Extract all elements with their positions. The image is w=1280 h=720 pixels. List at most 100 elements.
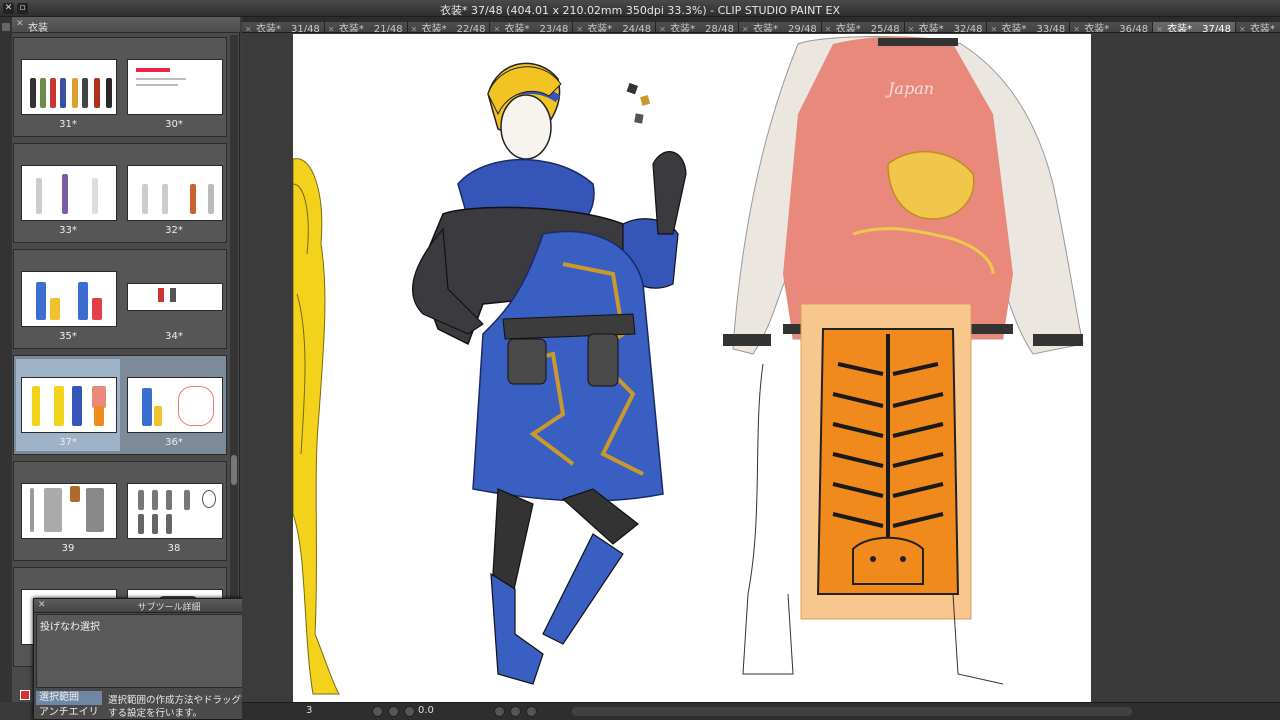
page-preview-image [21,377,117,433]
reset-rotation-icon[interactable] [526,706,537,717]
window-title: 衣装* 37/48 (404.01 x 210.02mm 350dpi 33.3… [439,4,841,17]
tool-name: 投げなわ選択 [40,622,100,633]
page-manager-tab[interactable]: ✕ 衣装 [12,17,240,34]
page-preview-image [127,165,223,221]
tab-page-number: 22/48 [456,24,486,33]
page-thumbnail-selected[interactable]: 37* [16,359,120,451]
page-number: 39 [61,543,75,554]
horizontal-scrollbar[interactable] [572,707,1132,716]
page-preview-image [21,483,117,539]
page-thumbnail[interactable]: 39 [16,465,120,557]
page-number: 30* [165,119,183,130]
document-tab[interactable]: ✕ 衣装* 31/48 [242,22,325,33]
page-thumbnail[interactable]: 36* [122,359,226,451]
close-tab-icon[interactable]: ✕ [411,22,418,32]
category-selection-area[interactable]: 選択範囲 [36,691,102,705]
close-tab-icon[interactable]: ✕ [16,19,24,29]
close-tab-icon[interactable]: ✕ [576,22,583,32]
status-bar: 3 0.0 [242,702,1280,720]
tab-label: 衣装* [338,24,364,33]
page-number: 37* [59,437,77,448]
tab-page-number: 31/48 [291,24,320,33]
page-thumbnail[interactable]: 31* [16,41,120,133]
rotate-right-icon[interactable] [510,706,521,717]
close-tab-icon[interactable]: ✕ [1239,22,1246,32]
document-tab[interactable]: ✕ 衣装* 21/48 [324,22,408,33]
document-tab[interactable]: ✕ 衣装* 36/48 [1070,22,1154,33]
tab-page-number: 29/48 [787,24,817,33]
tab-label: 衣装* [504,24,530,33]
category-antialiasing[interactable]: アンチエイリアス [36,706,102,720]
tab-page-number: 23/48 [539,24,569,33]
document-tab[interactable]: ✕ 衣装* 33/48 [987,22,1071,33]
page-thumbnail[interactable]: 33* [16,147,120,239]
document-tab-strip: ✕ 衣装* 31/48 ✕ 衣装* 21/48 ✕ 衣装* 22/48 ✕ 衣装* 23/48 ✕ 衣装*… [242,17,1280,33]
page-spread[interactable]: 33* 32* [13,143,227,243]
rotate-left-icon[interactable] [494,706,505,717]
tab-page-number: 33/48 [1036,24,1066,33]
canvas-paper[interactable]: Japan [293,34,1091,702]
tab-label: 衣装* [918,24,944,33]
document-tab[interactable]: ✕ 衣装* 32/48 [904,22,988,33]
tab-label: 衣装* [256,24,281,33]
page-spread[interactable]: 39 38 [13,461,227,561]
canvas-area[interactable]: Japan [242,34,1280,702]
document-tab[interactable]: ✕衣装*35/48 [1235,22,1280,32]
tab-page-number: 21/48 [373,24,403,33]
tab-label: 衣装* [587,24,613,33]
page-thumbnail[interactable]: 30* [122,41,226,133]
page-thumbnail[interactable]: 32* [122,147,226,239]
zoom-in-icon[interactable] [372,706,383,717]
close-tab-icon[interactable]: ✕ [328,22,335,32]
close-tab-icon[interactable]: ✕ [908,22,915,32]
close-tab-icon[interactable]: ✕ [825,22,832,32]
fit-screen-icon[interactable] [404,706,415,717]
tab-label: 衣装* [835,24,861,33]
page-preview-image [127,59,223,115]
close-tab-icon[interactable]: ✕ [659,22,666,32]
tab-label: 衣装* [752,24,778,33]
main-color-swatch[interactable] [20,690,30,700]
document-tab[interactable]: ✕ 衣装* 29/48 [738,22,822,33]
artwork-illustration: Japan [293,36,1084,695]
page-number: 31* [59,119,77,130]
tab-page-number: 24/48 [622,24,652,33]
tab-label: 衣装* [421,24,447,33]
page-spread[interactable]: 35* 34* [13,249,227,349]
close-tab-icon[interactable]: ✕ [245,22,252,32]
tab-label: 衣装* [1084,24,1110,33]
close-tab-icon[interactable]: ✕ [742,22,749,32]
document-tab[interactable]: ✕ 衣装* 23/48 [490,22,574,33]
page-spread-selected[interactable]: 37* 36* [13,355,227,455]
tab-page-number: 36/48 [1119,24,1149,33]
document-tab[interactable]: ✕ 衣装* 25/48 [821,22,905,33]
page-number: 34* [165,331,183,342]
tab-label: 衣装* [670,24,696,33]
close-tab-icon[interactable]: ✕ [990,22,997,32]
tab-page-number: 28/48 [705,24,734,33]
rotation-angle[interactable]: 0.0 [418,705,434,716]
page-preview-image [21,59,117,115]
scrollbar-thumb[interactable] [231,455,237,485]
page-thumbnail[interactable]: 34* [122,253,226,345]
page-thumbnail[interactable]: 35* [16,253,120,345]
panel-menu-icon[interactable] [2,23,10,31]
zoom-out-icon[interactable] [388,706,399,717]
close-tab-icon[interactable]: ✕ [493,22,500,32]
page-preview-image [127,483,223,539]
document-tab-active[interactable]: ✕ 衣装* 37/48 [1153,22,1236,33]
page-spread[interactable]: 31* 30* [13,37,227,137]
zoom-level[interactable]: 3 [306,705,312,716]
page-number: 36* [165,437,183,448]
close-tab-icon[interactable]: ✕ [1073,22,1080,32]
document-tab[interactable]: ✕ 衣装* 24/48 [573,22,657,33]
document-tab[interactable]: ✕ 衣装* 22/48 [407,22,491,33]
close-tab-icon[interactable]: ✕ [1156,22,1163,32]
page-preview-image [21,271,117,327]
page-number: 32* [165,225,183,236]
tab-page-number: 32/48 [953,24,983,33]
tab-page-number: 37/48 [1202,24,1231,33]
document-tab[interactable]: ✕ 衣装* 28/48 [656,22,739,33]
page-thumbnail[interactable]: 38 [122,465,226,557]
page-number: 33* [59,225,77,236]
